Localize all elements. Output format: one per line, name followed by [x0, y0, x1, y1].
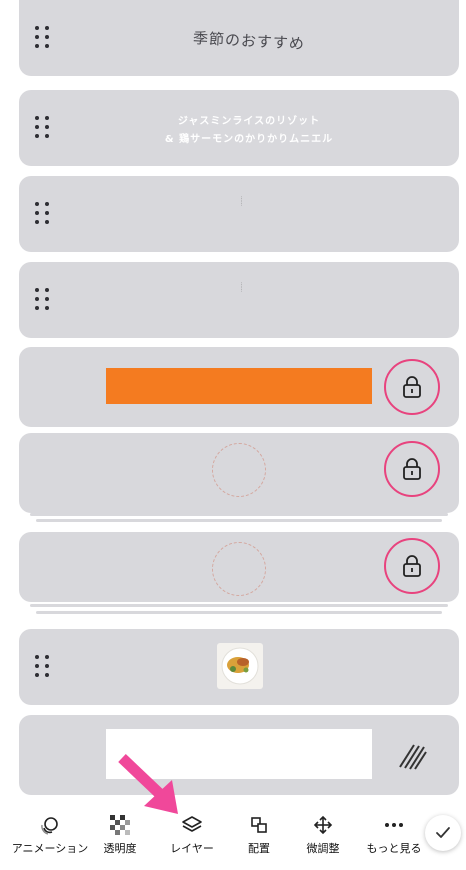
lock-button[interactable] [384, 441, 440, 497]
tiny-vertical-text: …… [239, 282, 245, 292]
position-icon [251, 817, 267, 833]
hatch-pattern-icon [399, 744, 427, 770]
layer-row-circle-1[interactable] [19, 433, 459, 513]
lock-icon [403, 376, 421, 398]
checkmark-icon [436, 827, 450, 838]
bottom-toolbar: アニメーション 透明度 レイヤー 配置 微調整 もっと見る [0, 800, 466, 870]
confirm-button[interactable] [425, 815, 461, 851]
layer-row-food-photo[interactable] [19, 629, 459, 705]
pointer-arrow-icon [118, 754, 178, 814]
dish-name-line2: & 鶏サーモンのかりかりムニエル [164, 134, 334, 145]
orange-bar-thumbnail [106, 368, 372, 404]
circle-outline-thumbnail [212, 542, 266, 596]
drag-handle-icon[interactable] [35, 116, 53, 138]
toolbar-label: 透明度 [103, 842, 137, 855]
lock-button[interactable] [384, 538, 440, 594]
toolbar-label: レイヤー [170, 842, 214, 855]
toolbar-label: 微調整 [306, 842, 340, 855]
layer-row-orange-bar[interactable] [19, 347, 459, 427]
layer-divider [30, 513, 448, 516]
circle-outline-thumbnail [212, 443, 266, 497]
nudge-icon [313, 815, 333, 835]
layer-divider [36, 611, 442, 614]
tiny-vertical-text: …… [239, 196, 245, 206]
more-icon [385, 823, 403, 827]
food-photo-thumbnail [217, 643, 263, 689]
toolbar-animation-button[interactable]: アニメーション [7, 812, 93, 856]
toolbar-nudge-button[interactable]: 微調整 [288, 812, 358, 856]
drag-handle-icon[interactable] [35, 202, 53, 224]
layer-row-dish-name[interactable]: ジャスミンライスのリゾット & 鶏サーモンのかりかりムニエル [19, 90, 459, 166]
lock-button[interactable] [384, 359, 440, 415]
layer-row-title[interactable]: 季節のおすすめ [19, 0, 459, 76]
layer-divider [36, 519, 442, 522]
animation-icon [41, 817, 58, 835]
layer-row-white-frame[interactable] [19, 715, 459, 795]
toolbar-label: もっと見る [366, 842, 422, 855]
drag-handle-icon[interactable] [35, 655, 53, 677]
layer-row-small-text-2[interactable]: …… [19, 262, 459, 338]
drag-handle-icon[interactable] [35, 288, 53, 310]
drag-handle-icon[interactable] [35, 26, 53, 48]
layer-row-small-text-1[interactable]: …… [19, 176, 459, 252]
toolbar-label: アニメーション [11, 842, 89, 855]
layer-divider [30, 604, 448, 607]
toolbar-more-button[interactable]: もっと見る [356, 812, 432, 856]
lock-icon [403, 458, 421, 480]
layer-row-circle-2[interactable] [19, 532, 459, 602]
dish-name-line1: ジャスミンライスのリゾット [177, 116, 321, 127]
toolbar-position-button[interactable]: 配置 [224, 812, 294, 856]
lock-icon [403, 555, 421, 577]
toolbar-label: 配置 [248, 842, 270, 855]
layer-title-text: 季節のおすすめ [192, 29, 306, 53]
